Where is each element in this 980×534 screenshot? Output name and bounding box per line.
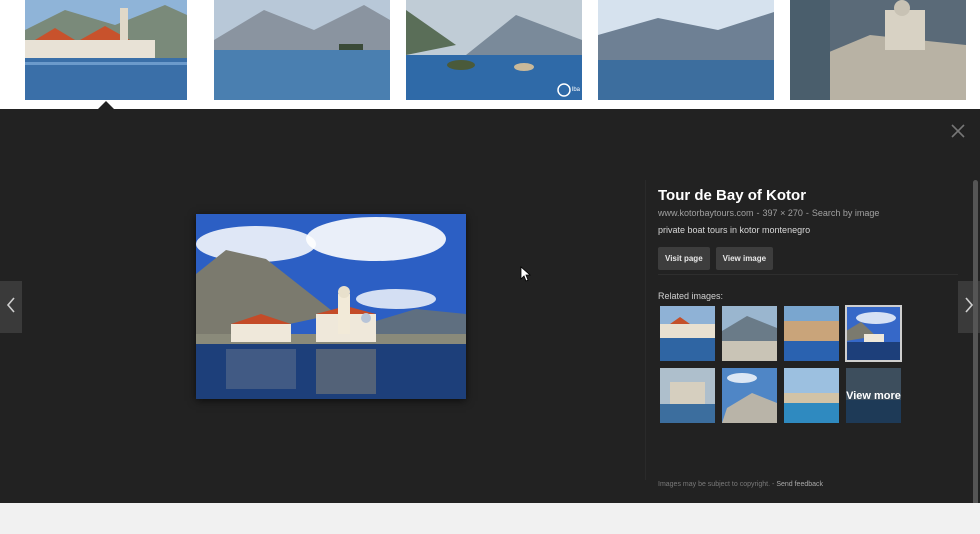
thumbnail-bay-wide-view[interactable] xyxy=(598,0,774,100)
scrollbar[interactable] xyxy=(973,180,978,520)
previous-image-button[interactable] xyxy=(0,281,22,333)
related-image[interactable] xyxy=(722,306,777,361)
view-more-button[interactable]: View more xyxy=(846,368,901,423)
panel-divider xyxy=(645,180,646,480)
view-image-button[interactable]: View image xyxy=(715,247,774,270)
image-info: Tour de Bay of Kotor www.kotorbaytours.c… xyxy=(658,186,958,270)
image-dimensions: 397 × 270 xyxy=(762,208,803,218)
chevron-left-icon xyxy=(6,296,16,319)
mouse-cursor-icon xyxy=(520,266,532,282)
image-results-strip: lba xyxy=(0,0,980,109)
search-by-image-link[interactable]: Search by image xyxy=(812,208,880,218)
visit-page-button[interactable]: Visit page xyxy=(658,247,710,270)
svg-text:lba: lba xyxy=(572,87,581,93)
image-description: private boat tours in kotor montenegro xyxy=(658,225,811,235)
related-image-selected[interactable] xyxy=(845,305,902,362)
related-image[interactable] xyxy=(784,368,839,423)
send-feedback-link[interactable]: Send feedback xyxy=(776,481,823,488)
related-image[interactable] xyxy=(784,306,839,361)
thumbnail-bay-islands-mountains[interactable] xyxy=(214,0,390,100)
page-bottom-area xyxy=(0,503,980,534)
related-image[interactable] xyxy=(722,368,777,423)
view-more-label: View more xyxy=(846,368,901,423)
info-divider xyxy=(658,274,958,275)
thumbnail-island-church-aerial[interactable] xyxy=(790,0,966,100)
copyright-notice: Images may be subject to copyright. xyxy=(658,481,771,488)
main-preview-image[interactable] xyxy=(196,214,466,399)
source-domain[interactable]: www.kotorbaytours.com xyxy=(658,208,754,218)
image-title[interactable]: Tour de Bay of Kotor xyxy=(658,186,958,206)
thumbnail-bay-islets-watermark[interactable]: lba xyxy=(406,0,582,100)
related-image[interactable] xyxy=(660,306,715,361)
close-icon[interactable] xyxy=(948,121,968,141)
viewer-footer: Images may be subject to copyright. - Se… xyxy=(658,481,824,488)
thumbnail-perast-town[interactable] xyxy=(25,0,187,100)
related-images-label: Related images: xyxy=(658,291,724,301)
image-meta: www.kotorbaytours.com -397 × 270- Search b… xyxy=(658,208,880,218)
related-image[interactable] xyxy=(660,368,715,423)
selected-thumbnail-pointer xyxy=(98,101,114,109)
